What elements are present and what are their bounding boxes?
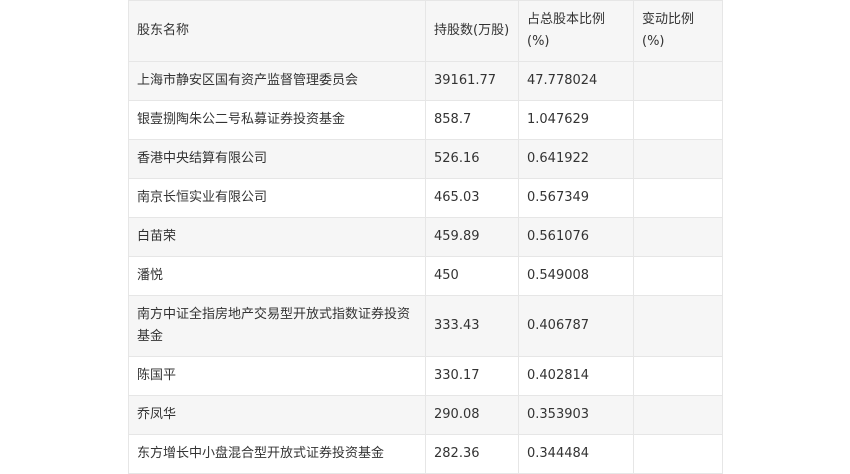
table-row: 陈国平 330.17 0.402814 xyxy=(128,356,723,396)
cell-shares-held: 450 xyxy=(425,256,519,296)
cell-share-ratio: 0.549008 xyxy=(518,256,634,296)
cell-shareholder-name: 银壹捌陶朱公二号私募证券投资基金 xyxy=(128,100,426,140)
cell-change-ratio xyxy=(633,139,723,179)
cell-change-ratio xyxy=(633,256,723,296)
cell-shareholder-name: 香港中央结算有限公司 xyxy=(128,139,426,179)
cell-share-ratio: 0.561076 xyxy=(518,217,634,257)
table-row: 白苗荣 459.89 0.561076 xyxy=(128,217,723,257)
cell-share-ratio: 0.344484 xyxy=(518,434,634,474)
cell-shareholder-name: 乔凤华 xyxy=(128,395,426,435)
cell-shareholder-name: 陈国平 xyxy=(128,356,426,396)
cell-shareholder-name: 东方增长中小盘混合型开放式证券投资基金 xyxy=(128,434,426,474)
cell-share-ratio: 0.353903 xyxy=(518,395,634,435)
cell-share-ratio: 47.778024 xyxy=(518,61,634,101)
header-share-ratio: 占总股本比例(%) xyxy=(518,0,634,62)
header-row: 股东名称 持股数(万股) 占总股本比例(%) 变动比例(%) xyxy=(128,0,723,62)
header-shares-held: 持股数(万股) xyxy=(425,0,519,62)
cell-shares-held: 282.36 xyxy=(425,434,519,474)
cell-change-ratio xyxy=(633,434,723,474)
table-header: 股东名称 持股数(万股) 占总股本比例(%) 变动比例(%) xyxy=(128,0,723,62)
cell-shares-held: 330.17 xyxy=(425,356,519,396)
table-row: 银壹捌陶朱公二号私募证券投资基金 858.7 1.047629 xyxy=(128,100,723,140)
table-row: 南方中证全指房地产交易型开放式指数证券投资基金 333.43 0.406787 xyxy=(128,295,723,357)
cell-share-ratio: 0.402814 xyxy=(518,356,634,396)
shareholder-table: 股东名称 持股数(万股) 占总股本比例(%) 变动比例(%) 上海市静安区国有资… xyxy=(128,0,723,474)
cell-change-ratio xyxy=(633,178,723,218)
header-change-ratio: 变动比例(%) xyxy=(633,0,723,62)
cell-shareholder-name: 白苗荣 xyxy=(128,217,426,257)
cell-share-ratio: 0.567349 xyxy=(518,178,634,218)
cell-shareholder-name: 南方中证全指房地产交易型开放式指数证券投资基金 xyxy=(128,295,426,357)
header-shareholder-name: 股东名称 xyxy=(128,0,426,62)
cell-shares-held: 526.16 xyxy=(425,139,519,179)
cell-change-ratio xyxy=(633,217,723,257)
cell-change-ratio xyxy=(633,356,723,396)
cell-share-ratio: 0.406787 xyxy=(518,295,634,357)
table-row: 东方增长中小盘混合型开放式证券投资基金 282.36 0.344484 xyxy=(128,434,723,474)
cell-shares-held: 290.08 xyxy=(425,395,519,435)
table-row: 上海市静安区国有资产监督管理委员会 39161.77 47.778024 xyxy=(128,61,723,101)
cell-change-ratio xyxy=(633,61,723,101)
cell-shareholder-name: 潘悦 xyxy=(128,256,426,296)
cell-share-ratio: 0.641922 xyxy=(518,139,634,179)
cell-change-ratio xyxy=(633,100,723,140)
table-body: 上海市静安区国有资产监督管理委员会 39161.77 47.778024 银壹捌… xyxy=(128,61,723,474)
shareholder-table-container: 股东名称 持股数(万股) 占总股本比例(%) 变动比例(%) 上海市静安区国有资… xyxy=(128,0,723,474)
cell-shares-held: 465.03 xyxy=(425,178,519,218)
cell-shareholder-name: 南京长恒实业有限公司 xyxy=(128,178,426,218)
cell-shareholder-name: 上海市静安区国有资产监督管理委员会 xyxy=(128,61,426,101)
cell-change-ratio xyxy=(633,295,723,357)
table-row: 南京长恒实业有限公司 465.03 0.567349 xyxy=(128,178,723,218)
cell-shares-held: 459.89 xyxy=(425,217,519,257)
cell-share-ratio: 1.047629 xyxy=(518,100,634,140)
cell-shares-held: 333.43 xyxy=(425,295,519,357)
cell-change-ratio xyxy=(633,395,723,435)
table-row: 乔凤华 290.08 0.353903 xyxy=(128,395,723,435)
cell-shares-held: 39161.77 xyxy=(425,61,519,101)
cell-shares-held: 858.7 xyxy=(425,100,519,140)
table-row: 潘悦 450 0.549008 xyxy=(128,256,723,296)
table-row: 香港中央结算有限公司 526.16 0.641922 xyxy=(128,139,723,179)
